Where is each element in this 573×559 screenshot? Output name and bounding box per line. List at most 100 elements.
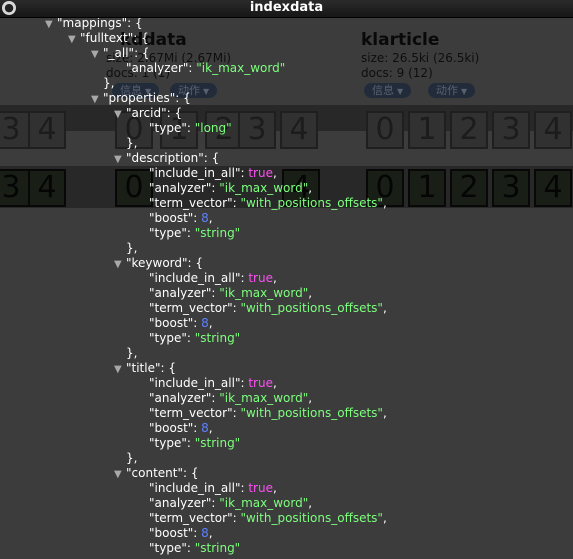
json-line: "type": "long"	[149, 121, 232, 136]
json-number-value: 8	[201, 211, 209, 225]
json-key: "boost"	[149, 316, 194, 330]
json-key: "type"	[149, 541, 187, 555]
json-punctuation: ,	[208, 526, 213, 540]
json-line: "boost": 8,	[149, 526, 213, 541]
json-string-value: "string"	[194, 436, 241, 450]
json-number-value: 8	[201, 421, 209, 435]
json-string-value: "with_positions_offsets"	[240, 406, 383, 420]
json-punctuation: },	[126, 241, 138, 255]
json-punctuation: :	[186, 121, 195, 135]
json-line[interactable]: ▼ "properties": {	[91, 91, 191, 106]
json-punctuation: : {	[203, 151, 220, 165]
json-line: "boost": 8,	[149, 211, 213, 226]
json-line: "include_in_all": true,	[149, 481, 277, 496]
collapse-toggle-icon[interactable]: ▼	[114, 107, 126, 122]
json-line: "analyzer": "ik_max_word",	[149, 391, 312, 406]
json-line[interactable]: ▼ "keyword": {	[114, 256, 203, 271]
json-punctuation: ,	[382, 406, 387, 420]
json-punctuation: :	[193, 211, 202, 225]
json-tree-view[interactable]: ▼ "mappings": {▼ "fulltext": {▼ "_all": {"a…	[0, 18, 573, 559]
json-punctuation: ,	[272, 271, 277, 285]
collapse-toggle-icon[interactable]: ▼	[114, 257, 126, 272]
collapse-toggle-icon[interactable]: ▼	[91, 92, 103, 107]
json-punctuation: :	[193, 316, 202, 330]
json-string-value: "ik_max_word"	[219, 286, 309, 300]
json-key: "term_vector"	[149, 406, 233, 420]
json-key: "term_vector"	[149, 301, 233, 315]
json-line: "boost": 8,	[149, 421, 213, 436]
json-line: "type": "string"	[149, 436, 240, 451]
json-line: },	[126, 451, 137, 466]
json-line: "analyzer": "ik_max_word",	[149, 286, 312, 301]
collapse-toggle-icon[interactable]: ▼	[68, 32, 80, 47]
json-key: "type"	[149, 331, 187, 345]
json-key: "properties"	[103, 91, 176, 105]
json-line[interactable]: ▼ "description": {	[114, 151, 219, 166]
json-key: "term_vector"	[149, 511, 233, 525]
json-punctuation: ,	[382, 196, 387, 210]
json-line: },	[126, 136, 137, 151]
json-key: "title"	[126, 361, 161, 375]
json-key: "fulltext"	[80, 31, 134, 45]
json-line: "include_in_all": true,	[149, 166, 277, 181]
json-string-value: "with_positions_offsets"	[240, 301, 383, 315]
json-line: "term_vector": "with_positions_offsets",	[149, 301, 387, 316]
json-line: },	[103, 76, 114, 91]
json-key: "content"	[126, 466, 183, 480]
dialog-titlebar[interactable]: indexdata ●	[0, 0, 573, 18]
json-line: "analyzer": "ik_max_word"	[126, 61, 285, 76]
json-string-value: "string"	[194, 226, 241, 240]
json-line: "type": "string"	[149, 331, 240, 346]
json-string-value: "ik_max_word"	[219, 496, 309, 510]
collapse-toggle-icon[interactable]: ▼	[114, 467, 126, 482]
json-string-value: "string"	[194, 541, 241, 555]
json-string-value: "ik_max_word"	[219, 391, 309, 405]
json-key: "type"	[149, 436, 187, 450]
json-line: "include_in_all": true,	[149, 271, 277, 286]
json-key: "boost"	[149, 421, 194, 435]
json-punctuation: ,	[208, 316, 213, 330]
json-line[interactable]: ▼ "content": {	[114, 466, 198, 481]
json-key: "include_in_all"	[149, 271, 241, 285]
close-icon[interactable]: ●	[2, 1, 16, 15]
json-line[interactable]: ▼ "title": {	[114, 361, 176, 376]
json-punctuation: :	[186, 226, 195, 240]
json-line: "include_in_all": true,	[149, 376, 277, 391]
collapse-toggle-icon[interactable]: ▼	[114, 362, 126, 377]
json-key: "boost"	[149, 526, 194, 540]
json-punctuation: ,	[272, 376, 277, 390]
json-punctuation: : {	[127, 18, 143, 30]
json-punctuation: ,	[308, 496, 313, 510]
json-number-value: 8	[201, 526, 209, 540]
json-punctuation: ,	[272, 481, 277, 495]
json-key: "include_in_all"	[149, 481, 241, 495]
json-key: "mappings"	[57, 18, 128, 30]
json-line[interactable]: ▼ "arcid": {	[114, 106, 182, 121]
index-mapping-dialog: indexdata ● ▼ "mappings": {▼ "fulltext": {…	[0, 0, 573, 559]
json-number-value: 8	[201, 316, 209, 330]
json-line: "type": "string"	[149, 541, 240, 556]
json-punctuation: ,	[208, 211, 213, 225]
json-key: "include_in_all"	[149, 166, 241, 180]
json-line: "analyzer": "ik_max_word",	[149, 181, 312, 196]
json-punctuation: },	[126, 136, 138, 150]
json-key: "description"	[126, 151, 204, 165]
json-punctuation: :	[186, 436, 195, 450]
json-punctuation: :	[186, 331, 195, 345]
json-key: "keyword"	[126, 256, 188, 270]
json-line[interactable]: ▼ "_all": {	[91, 46, 150, 61]
collapse-toggle-icon[interactable]: ▼	[45, 18, 57, 32]
json-punctuation: },	[103, 76, 115, 90]
json-punctuation: : {	[160, 361, 177, 375]
json-line[interactable]: ▼ "fulltext": {	[68, 31, 149, 46]
json-line: "type": "string"	[149, 226, 240, 241]
json-line[interactable]: ▼ "mappings": {	[45, 18, 143, 31]
collapse-toggle-icon[interactable]: ▼	[91, 47, 103, 62]
json-line: "term_vector": "with_positions_offsets",	[149, 196, 387, 211]
json-boolean-value: true	[248, 376, 273, 390]
json-punctuation: ,	[308, 286, 313, 300]
json-key: "analyzer"	[149, 181, 212, 195]
collapse-toggle-icon[interactable]: ▼	[114, 152, 126, 167]
json-line: "term_vector": "with_positions_offsets",	[149, 406, 387, 421]
json-key: "type"	[149, 226, 187, 240]
